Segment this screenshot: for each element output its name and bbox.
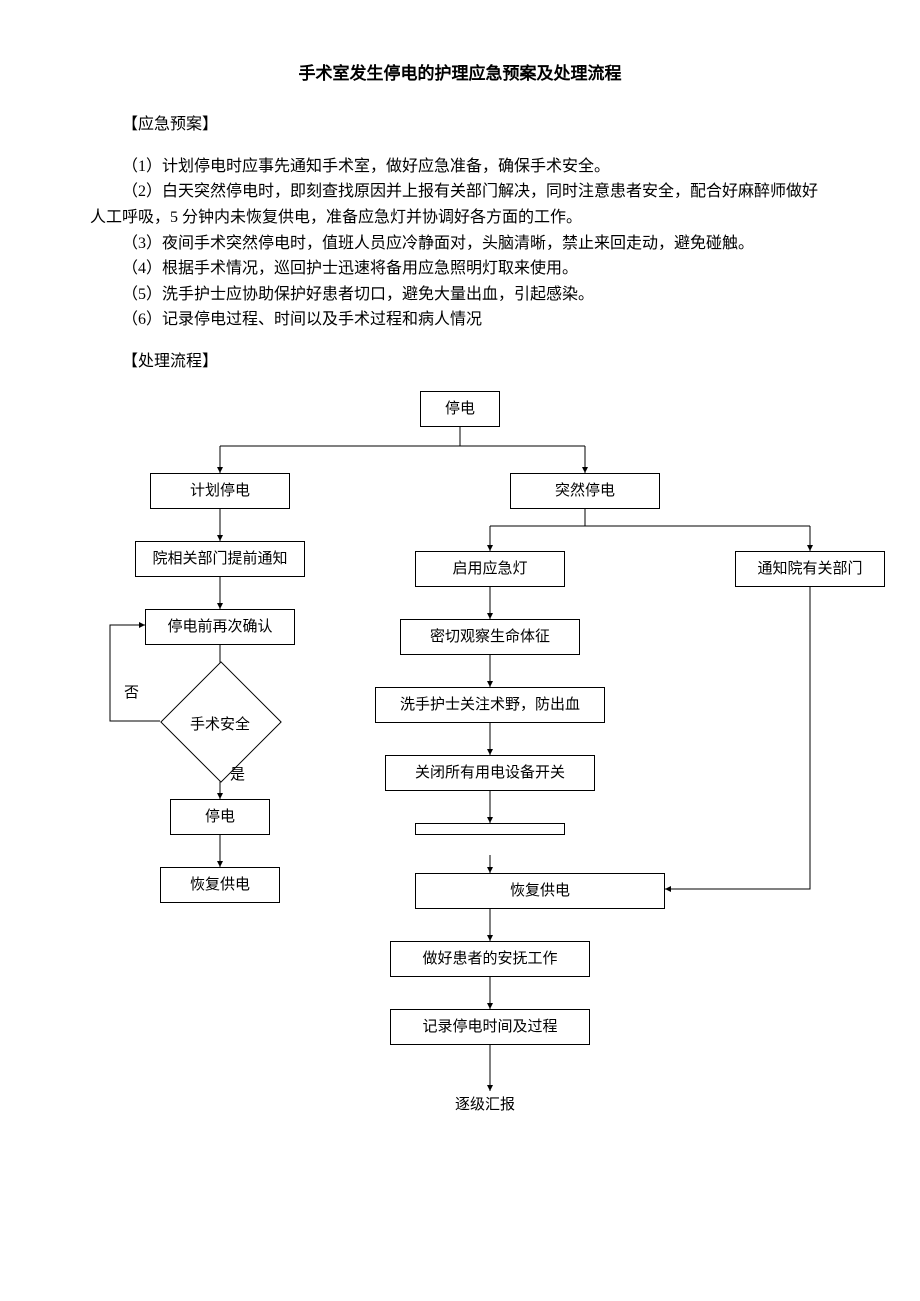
- node-planned: 计划停电: [150, 473, 290, 509]
- node-sudden: 突然停电: [510, 473, 660, 509]
- item-4: （4）根据手术情况，巡回护士迅速将备用应急照明灯取来使用。: [90, 256, 830, 282]
- item-3: （3）夜间手术突然停电时，值班人员应冷静面对，头脑清晰，禁止来回走动，避免碰触。: [90, 231, 830, 257]
- node-top: 停电: [420, 391, 500, 427]
- node-scrub-nurse: 洗手护士关注术野，防出血: [375, 687, 605, 723]
- node-comfort: 做好患者的安抚工作: [390, 941, 590, 977]
- flowchart: 停电 计划停电 院相关部门提前通知 停电前再次确认 手术安全 否 是 停电 恢复…: [90, 391, 830, 1171]
- item-6: （6）记录停电过程、时间以及手术过程和病人情况: [90, 307, 830, 333]
- node-poweroff: 停电: [170, 799, 270, 835]
- node-emerg-light: 启用应急灯: [415, 551, 565, 587]
- doc-title: 手术室发生停电的护理应急预案及处理流程: [90, 60, 830, 87]
- node-notify-ahead: 院相关部门提前通知: [135, 541, 305, 577]
- label-no: 否: [124, 681, 139, 705]
- node-record: 记录停电时间及过程: [390, 1009, 590, 1045]
- decision-safe-label: 手术安全: [160, 713, 280, 737]
- item-2: （2）白天突然停电时，即刻查找原因并上报有关部门解决，同时注意患者安全，配合好麻…: [90, 179, 830, 230]
- node-startup-light: [415, 823, 565, 835]
- item-5: （5）洗手护士应协助保护好患者切口，避免大量出血，引起感染。: [90, 282, 830, 308]
- node-notify-dept: 通知院有关部门: [735, 551, 885, 587]
- section-flow-head: 【处理流程】: [90, 349, 830, 375]
- section-plan-head: 【应急预案】: [90, 112, 830, 138]
- node-restore-left: 恢复供电: [160, 867, 280, 903]
- label-yes: 是: [230, 763, 245, 787]
- node-restore-right: 恢复供电: [415, 873, 665, 909]
- node-report: 逐级汇报: [455, 1093, 515, 1117]
- node-vitals: 密切观察生命体征: [400, 619, 580, 655]
- item-1: （1）计划停电时应事先通知手术室，做好应急准备，确保手术安全。: [90, 154, 830, 180]
- node-switch-off: 关闭所有用电设备开关: [385, 755, 595, 791]
- node-reconfirm: 停电前再次确认: [145, 609, 295, 645]
